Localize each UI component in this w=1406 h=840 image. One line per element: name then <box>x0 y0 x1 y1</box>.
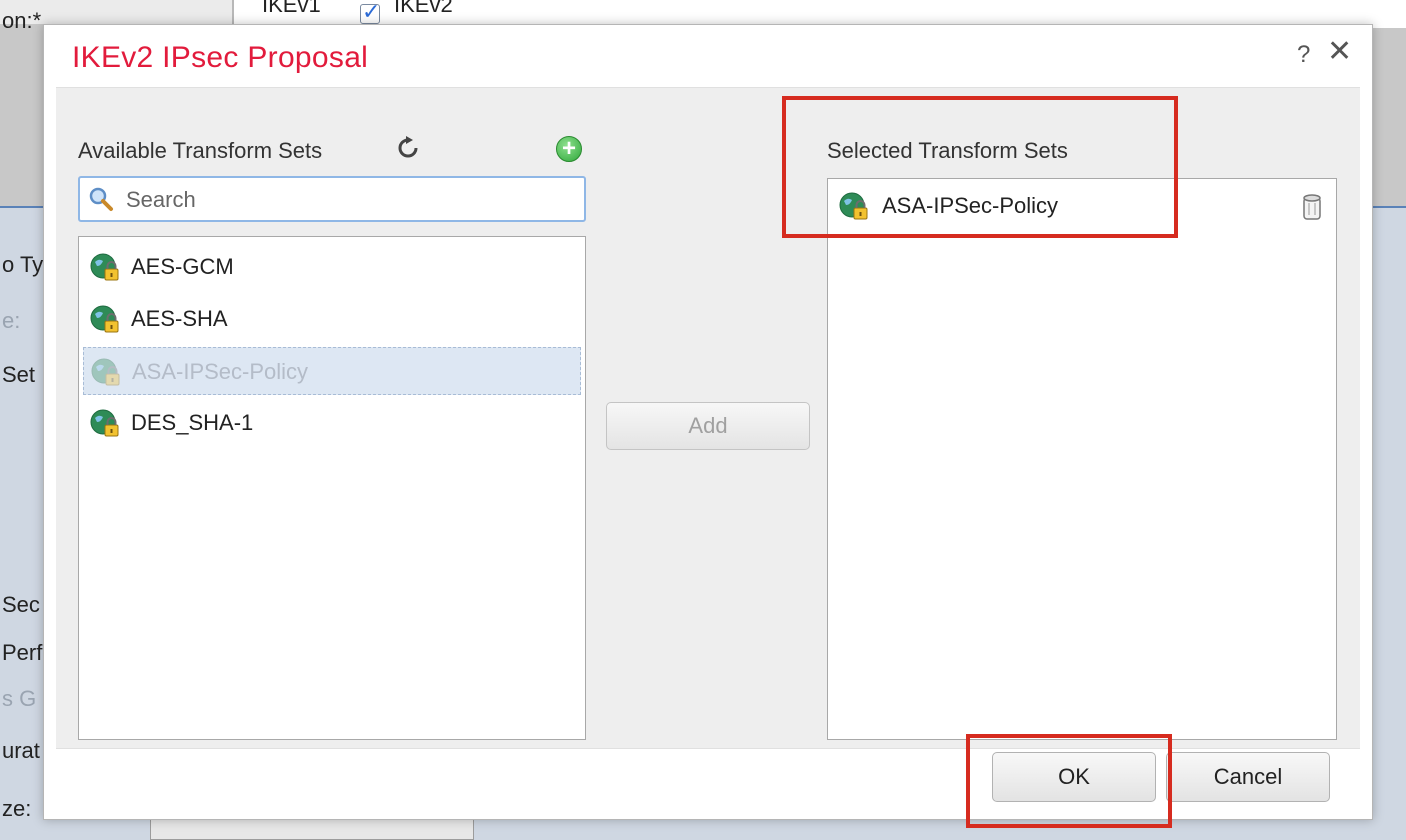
transform-set-icon <box>91 358 120 386</box>
transform-set-item[interactable]: ASA-IPSec-Policy <box>83 347 581 395</box>
background-side-label: Set <box>2 362 36 387</box>
transform-set-item[interactable]: AES-GCM <box>83 243 581 291</box>
search-input[interactable] <box>124 184 578 216</box>
search-box[interactable] <box>78 176 586 222</box>
background-side-label: o Ty <box>2 252 44 277</box>
ikev2-checkbox[interactable] <box>360 0 380 25</box>
background-side-label: ze: <box>2 796 32 821</box>
ok-button[interactable]: OK <box>992 752 1156 802</box>
transform-set-icon <box>90 253 119 281</box>
transform-set-item[interactable]: AES-SHA <box>83 295 581 343</box>
available-transform-sets-label: Available Transform Sets <box>78 138 323 163</box>
selected-transform-sets-list: ASA-IPSec-Policy <box>827 178 1337 740</box>
background-side-label: e: <box>2 308 21 333</box>
background-side-label: urat <box>2 738 40 763</box>
available-transform-sets-list: AES-GCM AES-SHA ASA-IPSec-Policy DES_SHA-1 <box>78 236 586 740</box>
transform-set-item[interactable]: DES_SHA-1 <box>83 399 581 447</box>
cancel-button[interactable]: Cancel <box>1166 752 1330 802</box>
search-icon <box>89 187 113 211</box>
background-top-label: on:* <box>2 8 42 33</box>
transform-set-label: DES_SHA-1 <box>131 410 254 435</box>
transform-set-icon <box>90 305 119 333</box>
ikev1-label: IKEv1 <box>262 0 321 17</box>
add-new-icon[interactable]: + <box>556 136 582 162</box>
selected-transform-sets-label: Selected Transform Sets <box>827 138 1068 163</box>
trash-icon[interactable] <box>1302 193 1322 221</box>
close-icon[interactable]: ✕ <box>1327 37 1352 67</box>
refresh-icon[interactable] <box>396 136 420 160</box>
transform-set-label: AES-SHA <box>131 306 228 331</box>
dialog-title: IKEv2 IPsec Proposal <box>72 41 369 74</box>
ikev2-ipsec-proposal-dialog: IKEv2 IPsec Proposal ? ✕ Available Trans… <box>43 24 1373 820</box>
add-button[interactable]: Add <box>606 402 810 450</box>
selected-transform-set-label: ASA-IPSec-Policy <box>882 193 1059 218</box>
background-side-label: s G <box>2 686 37 711</box>
help-icon[interactable]: ? <box>1297 41 1310 69</box>
ikev2-label: IKEv2 <box>394 0 453 17</box>
transform-set-icon <box>839 192 868 220</box>
dialog-body: Available Transform Sets + AES-GCM AES-SH… <box>56 87 1360 749</box>
background-side-label: Perf <box>2 640 43 665</box>
transform-set-label: ASA-IPSec-Policy <box>132 359 309 384</box>
transform-set-label: AES-GCM <box>131 254 234 279</box>
transform-set-icon <box>90 409 119 437</box>
background-side-label: Sec <box>2 592 40 617</box>
selected-transform-set-item[interactable]: ASA-IPSec-Policy <box>828 179 1336 233</box>
